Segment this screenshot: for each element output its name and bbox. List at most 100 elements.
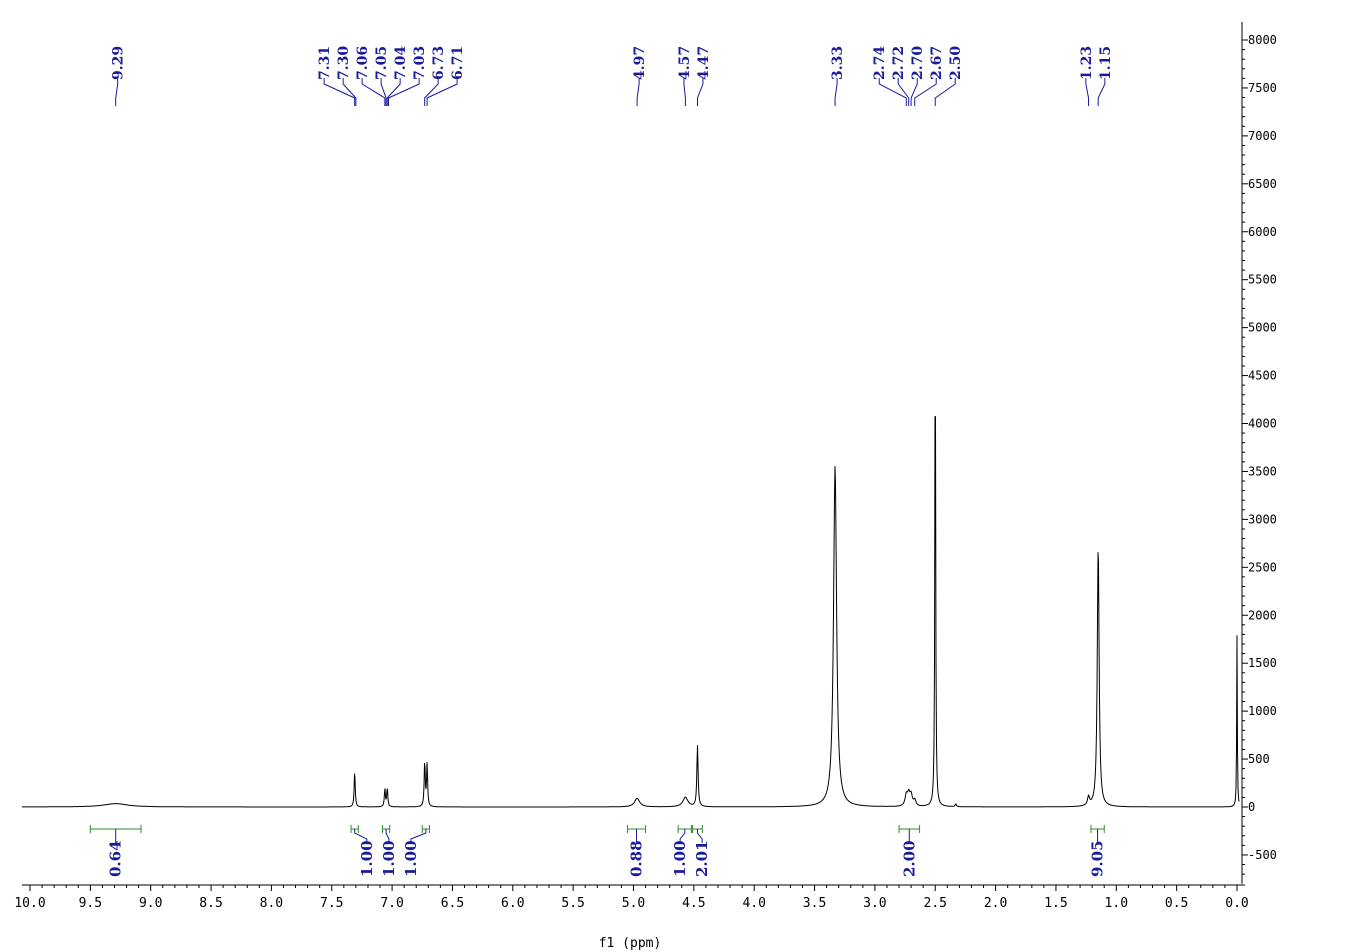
peak-label-text: 4.57 [677, 46, 693, 80]
integrals: 0.64 1.00 1.00 1.00 0.88 1.00 2.01 2.00 9.05 [89, 825, 1107, 877]
y-tick-label: 1500 [1248, 656, 1277, 670]
peak-label-item: 2.72 [891, 46, 910, 106]
x-tick-label: 3.0 [863, 896, 886, 911]
integral-item: 1.00 [380, 825, 398, 877]
integral-value: 2.00 [900, 840, 918, 877]
peak-label-text: 9.29 [111, 46, 127, 80]
peak-label-text: 7.04 [393, 46, 409, 80]
x-tick-label: 5.5 [561, 896, 584, 911]
y-tick-label: 7000 [1248, 129, 1277, 143]
y-tick-label: 500 [1248, 752, 1270, 766]
integral-item: 1.00 [350, 825, 376, 877]
y-tick-label: 2000 [1248, 608, 1277, 622]
x-tick-label: 8.0 [260, 896, 283, 911]
peak-label-text: 3.33 [830, 46, 846, 80]
x-axis: 10.0 9.5 9.0 8.5 8.0 7.5 7.0 6.5 6.0 5.5 5.0 4.5 4.0… [14, 884, 1249, 911]
x-tick-label: 10.0 [14, 896, 45, 911]
peak-label-text: 6.73 [431, 46, 447, 80]
integral-item: 9.05 [1089, 825, 1107, 877]
peak-label-text: 4.97 [632, 46, 648, 80]
integral-item: 1.00 [671, 825, 692, 877]
peak-label-text: 1.23 [1079, 46, 1095, 80]
spectrum-trace-group [22, 416, 1240, 808]
integral-value: 1.00 [671, 840, 689, 877]
peak-label-text: 4.47 [696, 46, 712, 80]
integral-value: 2.01 [693, 840, 711, 877]
x-tick-label: 0.0 [1225, 896, 1248, 911]
peak-label-leader [897, 78, 910, 106]
integral-value: 1.00 [358, 840, 376, 877]
y-tick-label: 3000 [1248, 512, 1277, 526]
peak-label-item: 1.23 [1079, 46, 1095, 106]
peak-label-item: 9.29 [111, 46, 127, 106]
peak-label-leader [696, 78, 704, 106]
peak-label-leader [914, 78, 937, 106]
y-tick-label: 0 [1248, 800, 1255, 814]
x-tick-label: 2.0 [984, 896, 1007, 911]
y-tick-label: 7500 [1248, 81, 1277, 95]
peak-label-item: 2.70 [910, 46, 926, 106]
y-tick-label: 4500 [1248, 369, 1277, 383]
y-tick-label: 3500 [1248, 464, 1277, 478]
peak-label-text: 7.05 [374, 46, 390, 80]
y-tick-label: 6000 [1248, 225, 1277, 239]
peak-label-text: 2.70 [910, 46, 926, 80]
peak-label-leader [834, 78, 838, 106]
peak-label-leader [342, 78, 357, 106]
x-tick-label: 6.5 [441, 896, 464, 911]
peak-label-item: 4.47 [696, 46, 712, 106]
x-tick-label: 2.5 [924, 896, 947, 911]
integral-value: 9.05 [1089, 840, 1107, 877]
y-axis: 8000750070006500600055005000450040003500… [1241, 22, 1277, 884]
y-tick-label: 6500 [1248, 177, 1277, 191]
y-tick-label: -500 [1248, 848, 1277, 862]
peak-labels: 9.29 7.31 7.30 7.06 7.05 7.04 7.03 6.73 6.71 4.97… [111, 46, 1114, 106]
peak-label-leader [1097, 78, 1106, 106]
peak-label-item: 1.15 [1097, 46, 1114, 106]
peak-label-leader [426, 78, 458, 106]
integral-value: 1.00 [402, 840, 420, 877]
peak-label-leader [115, 78, 119, 106]
integral-value: 0.88 [628, 840, 646, 877]
y-tick-label: 2500 [1248, 560, 1277, 574]
spectrum-trace [22, 416, 1240, 808]
peak-label-leader [386, 78, 401, 106]
x-tick-label: 4.0 [742, 896, 765, 911]
x-tick-label: 1.0 [1105, 896, 1128, 911]
x-tick-label: 8.5 [199, 896, 222, 911]
y-tick-label: 8000 [1248, 33, 1277, 47]
x-tick-label: 9.0 [139, 896, 162, 911]
x-tick-label: 0.5 [1165, 896, 1188, 911]
x-axis-label: f1 (ppm) [599, 936, 662, 951]
x-tick-label: 4.5 [682, 896, 705, 911]
x-tick-label: 7.5 [320, 896, 343, 911]
x-tick-label: 5.0 [622, 896, 645, 911]
peak-label-text: 7.06 [355, 46, 371, 80]
peak-label-leader [910, 78, 918, 106]
y-tick-label: 5500 [1248, 273, 1277, 287]
peak-label-text: 2.67 [929, 46, 945, 80]
peak-label-text: 6.71 [450, 46, 466, 80]
integral-item: 2.00 [898, 825, 921, 877]
y-tick-label: 1000 [1248, 704, 1277, 718]
nmr-spectrum-chart: 10.0 9.5 9.0 8.5 8.0 7.5 7.0 6.5 6.0 5.5 5.0 4.5 4.0… [14, 22, 1277, 951]
peak-label-leader [1085, 78, 1090, 106]
x-tick-label: 9.5 [79, 896, 102, 911]
integral-item: 2.01 [692, 825, 711, 877]
peak-label-leader [683, 78, 686, 106]
peak-label-text: 7.03 [412, 46, 428, 80]
peak-label-text: 2.50 [948, 46, 964, 80]
peak-label-text: 7.31 [317, 46, 333, 80]
integral-item: 1.00 [402, 825, 431, 877]
x-tick-label: 3.5 [803, 896, 826, 911]
integral-value: 0.64 [107, 840, 125, 877]
peak-label-leader [636, 78, 640, 106]
peak-label-leader [934, 78, 956, 106]
y-tick-label: 4000 [1248, 417, 1277, 431]
peak-label-item: 4.97 [632, 46, 648, 106]
peak-label-text: 1.15 [1098, 46, 1114, 80]
integral-item: 0.88 [626, 825, 647, 877]
y-tick-label: 5000 [1248, 321, 1277, 335]
peak-label-text: 2.74 [872, 46, 888, 80]
peak-label-item: 4.57 [677, 46, 693, 106]
